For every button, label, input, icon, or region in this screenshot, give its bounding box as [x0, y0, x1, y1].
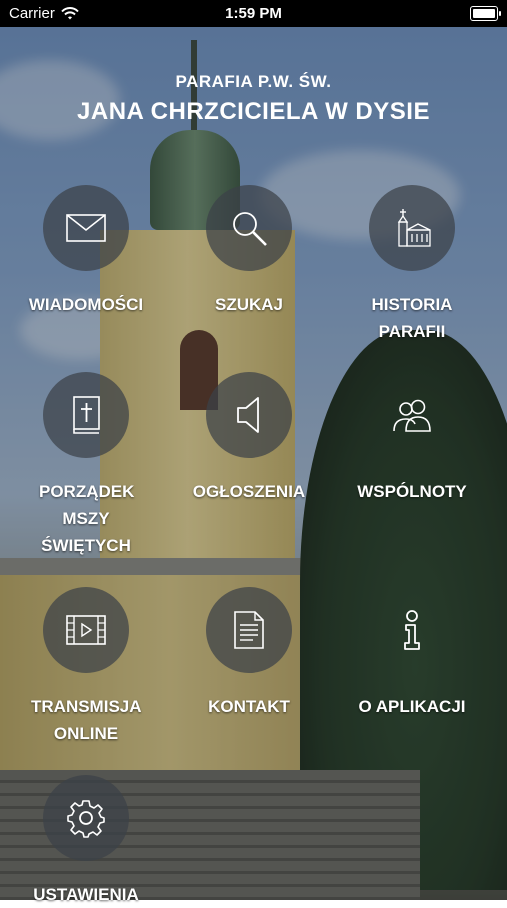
menu-tile-label: O APLIKACJI: [358, 697, 466, 716]
menu-tile-label: KONTAKT: [208, 697, 290, 716]
gear-icon: [67, 800, 105, 838]
menu-tile-transmisja-online[interactable]: TRANSMISJA ONLINE: [11, 587, 161, 747]
info-icon: [404, 610, 420, 650]
parish-subtitle: PARAFIA P.W. ŚW.: [175, 72, 332, 91]
bible-icon: [73, 396, 100, 434]
battery-icon: [470, 6, 501, 21]
menu-tile-label: OGŁOSZENIA: [192, 482, 306, 501]
speaker-icon: [237, 397, 259, 433]
menu-tile-label: SZUKAJ: [214, 295, 283, 314]
magnifier-icon: [233, 212, 267, 246]
menu-tile-o-aplikacji[interactable]: O APLIKACJI: [337, 587, 487, 720]
envelope-icon: [66, 214, 106, 242]
parish-title: JANA CHRZCICIELA W DYSIE: [77, 98, 430, 125]
status-bar: Carrier 1:59 PM: [0, 0, 507, 27]
church-icon: [397, 209, 431, 247]
clock: 1:59 PM: [225, 5, 282, 22]
menu-tile-historia-parafii[interactable]: HISTORIA PARAFII: [337, 185, 487, 345]
menu-tile-ustawienia[interactable]: USTAWIENIA: [11, 775, 161, 908]
menu-tile-label: TRANSMISJA ONLINE: [31, 697, 142, 743]
menu-tile-kontakt[interactable]: KONTAKT: [174, 587, 324, 720]
people-icon: [393, 399, 431, 432]
menu-tile-wspolnoty[interactable]: WSPÓLNOTY: [337, 372, 487, 505]
menu-tile-ogloszenia[interactable]: OGŁOSZENIA: [174, 372, 324, 505]
menu-tile-label: PORZĄDEK MSZY ŚWIĘTYCH: [39, 482, 135, 555]
menu-tile-label: HISTORIA PARAFII: [371, 295, 453, 341]
menu-tile-label: WIADOMOŚCI: [28, 295, 144, 314]
menu-tile-label: USTAWIENIA: [33, 885, 139, 904]
document-icon: [234, 611, 264, 649]
film-icon: [66, 615, 106, 645]
menu-tile-wiadomosci[interactable]: WIADOMOŚCI: [11, 185, 161, 318]
menu-tile-label: WSPÓLNOTY: [357, 482, 467, 501]
menu-tile-porzadek-mszy[interactable]: PORZĄDEK MSZY ŚWIĘTYCH: [11, 372, 161, 559]
menu-tile-szukaj[interactable]: SZUKAJ: [174, 185, 324, 318]
